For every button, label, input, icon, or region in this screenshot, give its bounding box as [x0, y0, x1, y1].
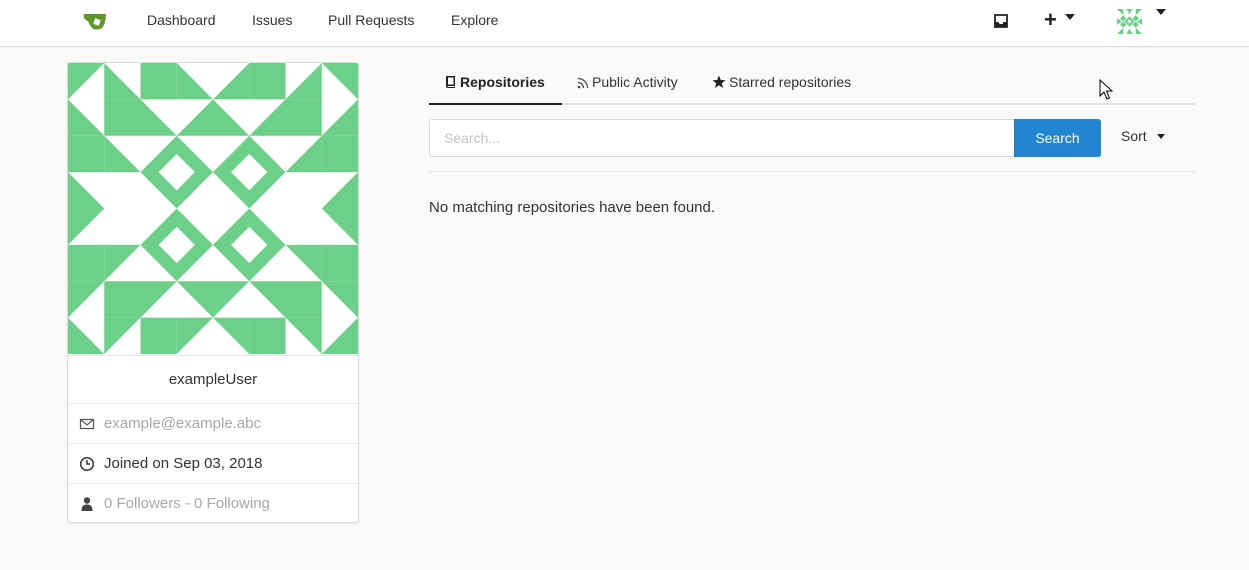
person-icon: [81, 497, 93, 511]
profile-joined: Joined on Sep 03, 2018: [104, 455, 263, 472]
user-avatar: [68, 63, 358, 354]
profile-email-row: example@example.abc: [68, 403, 358, 443]
sort-label: Sort: [1121, 128, 1147, 144]
clock-icon: [79, 456, 95, 472]
mail-icon: [79, 418, 95, 430]
profile-joined-row: Joined on Sep 03, 2018: [68, 443, 358, 483]
tab-starred-label: Starred repositories: [729, 74, 852, 90]
nav-issues[interactable]: Issues: [252, 12, 292, 28]
book-icon: [446, 76, 455, 88]
top-navbar: Dashboard Issues Pull Requests Explore +: [0, 0, 1249, 47]
tab-public-activity-label: Public Activity: [592, 74, 678, 90]
tab-starred-repositories[interactable]: Starred repositories: [712, 62, 851, 105]
tab-repositories-label: Repositories: [460, 74, 545, 90]
user-menu-button[interactable]: [1117, 9, 1167, 34]
search-button[interactable]: Search: [1014, 119, 1101, 157]
create-menu-button[interactable]: +: [1044, 7, 1076, 32]
plus-icon: +: [1044, 7, 1057, 32]
profile-email[interactable]: example@example.abc: [104, 404, 261, 444]
divider: [429, 171, 1195, 172]
profile-username: exampleUser: [68, 355, 358, 403]
chevron-down-icon: [1065, 14, 1076, 20]
chevron-down-icon: [1156, 9, 1167, 15]
sort-dropdown[interactable]: Sort: [1121, 128, 1165, 144]
nav-dashboard[interactable]: Dashboard: [147, 12, 216, 28]
star-icon: [712, 75, 726, 88]
profile-follow-row: 0 Followers - 0 Following: [68, 483, 358, 522]
profile-followers[interactable]: 0 Followers - 0 Following: [104, 484, 270, 522]
rss-icon: [577, 77, 589, 89]
chevron-down-icon: [1156, 134, 1165, 139]
profile-tabs: Repositories Public Activity Starred rep…: [429, 62, 1195, 105]
tab-repositories[interactable]: Repositories: [429, 62, 562, 105]
mouse-cursor-icon: [1099, 79, 1113, 100]
nav-pull-requests[interactable]: Pull Requests: [328, 12, 414, 28]
tab-public-activity[interactable]: Public Activity: [577, 62, 678, 105]
inbox-icon[interactable]: [993, 13, 1009, 29]
avatar: [1117, 9, 1142, 34]
search-input[interactable]: [429, 119, 1016, 157]
nav-explore[interactable]: Explore: [451, 12, 498, 28]
empty-results-message: No matching repositories have been found…: [429, 199, 716, 216]
gitea-logo-icon[interactable]: [82, 10, 112, 32]
profile-card: exampleUser example@example.abc Joined o…: [67, 62, 359, 523]
